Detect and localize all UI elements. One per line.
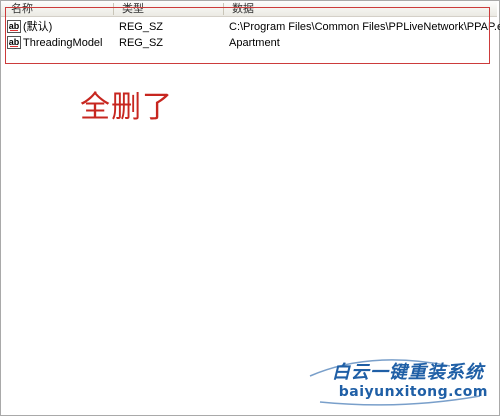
watermark: 白云一键重装系统 baiyunxitong.com — [280, 356, 490, 408]
watermark-brand: 白云一键重装系统 — [332, 362, 484, 383]
selection-highlight-box — [5, 7, 490, 64]
watermark-url: baiyunxitong.com — [338, 384, 488, 400]
annotation-text: 全删了 — [80, 90, 173, 125]
